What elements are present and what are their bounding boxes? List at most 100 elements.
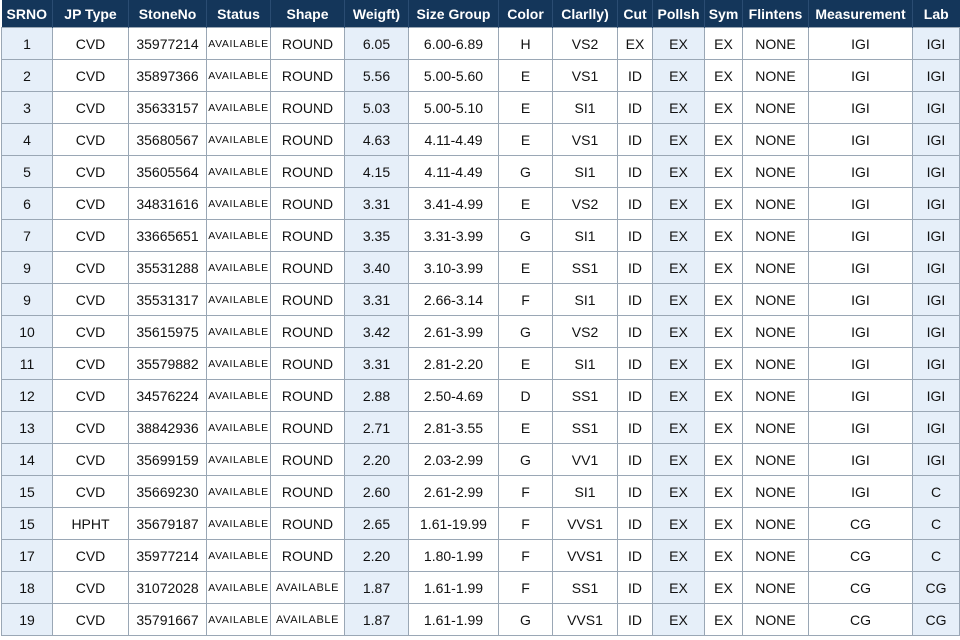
cell-stone-no: 35791667 xyxy=(128,603,207,636)
cell-size-group: 2.66-3.14 xyxy=(408,283,499,316)
cell-jp-type: CVD xyxy=(52,283,129,316)
cell-fluorescence: NONE xyxy=(742,187,809,220)
column-header-lab: Lab xyxy=(912,0,960,28)
cell-cut: ID xyxy=(617,251,653,284)
cell-jp-type: CVD xyxy=(52,603,129,636)
cell-status: AVAILABLE xyxy=(206,347,271,380)
cell-polish: EX xyxy=(652,59,705,92)
cell-shape: ROUND xyxy=(270,27,345,60)
cell-weight: 3.40 xyxy=(344,251,409,284)
cell-clarity: VV1 xyxy=(552,443,618,476)
cell-measurement: IGI xyxy=(808,155,913,188)
cell-weight: 5.56 xyxy=(344,59,409,92)
cell-srno: 9 xyxy=(1,283,53,316)
cell-clarity: VVS1 xyxy=(552,603,618,636)
cell-sym: EX xyxy=(704,411,743,444)
cell-cut: ID xyxy=(617,91,653,124)
cell-jp-type: CVD xyxy=(52,315,129,348)
cell-shape: ROUND xyxy=(270,123,345,156)
cell-size-group: 2.81-2.20 xyxy=(408,347,499,380)
cell-srno: 19 xyxy=(1,603,53,636)
cell-cut: ID xyxy=(617,155,653,188)
cell-sym: EX xyxy=(704,219,743,252)
cell-stone-no: 35669230 xyxy=(128,475,207,508)
cell-cut: ID xyxy=(617,283,653,316)
cell-clarity: VVS1 xyxy=(552,507,618,540)
cell-clarity: SI1 xyxy=(552,475,618,508)
cell-polish: EX xyxy=(652,91,705,124)
cell-shape: ROUND xyxy=(270,219,345,252)
cell-cut: ID xyxy=(617,123,653,156)
cell-polish: EX xyxy=(652,187,705,220)
cell-color: D xyxy=(498,379,553,412)
cell-srno: 3 xyxy=(1,91,53,124)
column-header-fluorescence: Flintens xyxy=(742,0,809,28)
cell-cut: ID xyxy=(617,347,653,380)
cell-srno: 18 xyxy=(1,571,53,604)
cell-cut: ID xyxy=(617,475,653,508)
cell-color: G xyxy=(498,603,553,636)
cell-status: AVAILABLE xyxy=(206,475,271,508)
cell-sym: EX xyxy=(704,123,743,156)
cell-srno: 10 xyxy=(1,315,53,348)
cell-fluorescence: NONE xyxy=(742,91,809,124)
cell-polish: EX xyxy=(652,251,705,284)
cell-polish: EX xyxy=(652,571,705,604)
cell-status: AVAILABLE xyxy=(206,571,271,604)
cell-shape: ROUND xyxy=(270,155,345,188)
cell-fluorescence: NONE xyxy=(742,475,809,508)
cell-shape: ROUND xyxy=(270,475,345,508)
table-row: 12 CVD 34576224 AVAILABLE ROUND 2.88 2.50-4.69… xyxy=(1,379,960,412)
cell-jp-type: CVD xyxy=(52,155,129,188)
cell-sym: EX xyxy=(704,59,743,92)
cell-lab: IGI xyxy=(912,443,960,476)
cell-shape: ROUND xyxy=(270,283,345,316)
cell-weight: 2.20 xyxy=(344,539,409,572)
cell-size-group: 4.11-4.49 xyxy=(408,155,499,188)
cell-clarity: SS1 xyxy=(552,251,618,284)
cell-weight: 6.05 xyxy=(344,27,409,60)
cell-sym: EX xyxy=(704,379,743,412)
cell-size-group: 2.03-2.99 xyxy=(408,443,499,476)
cell-shape: ROUND xyxy=(270,91,345,124)
cell-srno: 15 xyxy=(1,475,53,508)
cell-jp-type: HPHT xyxy=(52,507,129,540)
cell-sym: EX xyxy=(704,539,743,572)
cell-lab: IGI xyxy=(912,27,960,60)
cell-measurement: IGI xyxy=(808,315,913,348)
cell-shape: ROUND xyxy=(270,539,345,572)
cell-status: AVAILABLE xyxy=(206,443,271,476)
cell-status: AVAILABLE xyxy=(206,187,271,220)
cell-lab: IGI xyxy=(912,283,960,316)
cell-shape: ROUND xyxy=(270,379,345,412)
cell-jp-type: CVD xyxy=(52,251,129,284)
cell-weight: 3.31 xyxy=(344,347,409,380)
cell-stone-no: 34831616 xyxy=(128,187,207,220)
cell-color: G xyxy=(498,443,553,476)
cell-clarity: VVS1 xyxy=(552,539,618,572)
cell-status: AVAILABLE xyxy=(206,59,271,92)
column-header-color: Color xyxy=(498,0,553,28)
header-row: SRNO JP Type StoneNo Status Shape Weigft) Size… xyxy=(1,0,960,28)
cell-clarity: SS1 xyxy=(552,411,618,444)
cell-fluorescence: NONE xyxy=(742,315,809,348)
cell-stone-no: 35897366 xyxy=(128,59,207,92)
cell-fluorescence: NONE xyxy=(742,443,809,476)
column-header-cut: Cut xyxy=(617,0,653,28)
cell-jp-type: CVD xyxy=(52,443,129,476)
cell-shape: AVAILABLE xyxy=(270,603,345,636)
cell-cut: ID xyxy=(617,443,653,476)
cell-polish: EX xyxy=(652,507,705,540)
cell-measurement: IGI xyxy=(808,123,913,156)
table-body: 1 CVD 35977214 AVAILABLE ROUND 6.05 6.00-6.89 H… xyxy=(1,27,960,636)
cell-srno: 6 xyxy=(1,187,53,220)
cell-fluorescence: NONE xyxy=(742,379,809,412)
cell-color: E xyxy=(498,251,553,284)
cell-weight: 2.60 xyxy=(344,475,409,508)
table-row: 15 HPHT 35679187 AVAILABLE ROUND 2.65 1.61-19.… xyxy=(1,507,960,540)
cell-stone-no: 33665651 xyxy=(128,219,207,252)
cell-color: F xyxy=(498,283,553,316)
table-row: 10 CVD 35615975 AVAILABLE ROUND 3.42 2.61-3.99… xyxy=(1,315,960,348)
table-row: 17 CVD 35977214 AVAILABLE ROUND 2.20 1.80-1.99… xyxy=(1,539,960,572)
column-header-stone-no: StoneNo xyxy=(128,0,207,28)
